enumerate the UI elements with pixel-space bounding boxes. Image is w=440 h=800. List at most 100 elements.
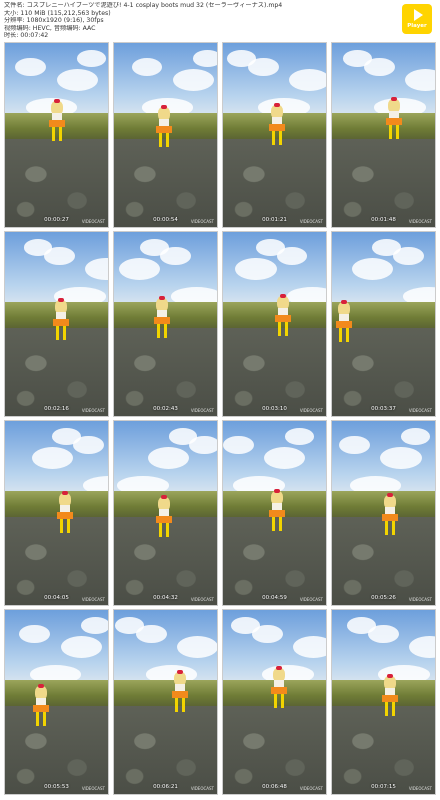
- figure-bow: [341, 300, 347, 304]
- file-name-line: 文件名: コスプレニーハイブーツで泥遊び! 4-1 cosplay boots …: [4, 2, 283, 9]
- video-thumbnail[interactable]: 00:04:05 VIDEOCAST: [4, 420, 109, 606]
- video-thumbnail[interactable]: 00:00:27 VIDEOCAST: [4, 42, 109, 228]
- thumbnail-watermark: VIDEOCAST: [408, 219, 432, 224]
- figure-skirt: [33, 705, 49, 712]
- thumbnail-watermark: VIDEOCAST: [299, 408, 323, 413]
- cloud-shape: [23, 239, 53, 256]
- figure-skirt: [53, 319, 69, 326]
- figure-bow: [161, 105, 167, 109]
- video-thumbnail[interactable]: 00:04:59 VIDEOCAST: [222, 420, 327, 606]
- cloud-shape: [77, 50, 106, 67]
- thumbnail-watermark: VIDEOCAST: [408, 786, 432, 791]
- figure-bow: [58, 298, 64, 302]
- video-thumbnail[interactable]: 00:07:15 VIDEOCAST: [331, 609, 436, 795]
- figure-bow: [177, 670, 183, 674]
- video-thumbnail[interactable]: 00:00:54 VIDEOCAST: [113, 42, 218, 228]
- cloud-shape: [227, 50, 256, 67]
- cloud-shape: [401, 428, 430, 445]
- cosplayer-figure: [47, 99, 67, 147]
- figure-bow: [387, 493, 393, 497]
- figure-bow: [276, 666, 282, 670]
- figure-leg: [396, 125, 399, 139]
- cloud-shape: [115, 617, 144, 634]
- figure-leg: [272, 131, 275, 145]
- thumbnail-watermark: VIDEOCAST: [81, 786, 105, 791]
- cloud-shape: [235, 257, 277, 280]
- cosplayer-figure: [55, 491, 75, 539]
- video-thumbnail[interactable]: 00:02:16 VIDEOCAST: [4, 231, 109, 417]
- cloud-shape: [255, 239, 285, 256]
- figure-skirt: [386, 118, 402, 125]
- cloud-shape: [172, 68, 214, 91]
- figure-bow: [38, 684, 44, 688]
- figure-leg: [157, 324, 160, 338]
- video-thumbnail[interactable]: 00:01:21 VIDEOCAST: [222, 42, 327, 228]
- reed-field: [5, 679, 108, 706]
- cosplayer-figure: [152, 296, 172, 344]
- figure-leg: [59, 127, 62, 141]
- cloud-shape: [264, 446, 306, 469]
- cosplayer-figure: [31, 684, 51, 732]
- mud-ground: [5, 705, 108, 794]
- figure-leg: [56, 326, 59, 340]
- cosplayer-figure: [273, 294, 293, 342]
- mud-ground: [223, 705, 326, 794]
- thumbnail-watermark: VIDEOCAST: [190, 597, 214, 602]
- cloud-shape: [351, 257, 393, 280]
- figure-leg: [182, 698, 185, 712]
- figure-leg: [159, 133, 162, 147]
- figure-skirt: [382, 695, 398, 702]
- thumbnail-watermark: VIDEOCAST: [81, 408, 105, 413]
- cloud-shape: [52, 428, 82, 445]
- cloud-shape: [119, 257, 161, 280]
- figure-leg: [43, 712, 46, 726]
- figure-bow: [274, 489, 280, 493]
- video-thumbnail[interactable]: 00:05:53 VIDEOCAST: [4, 609, 109, 795]
- video-thumbnail[interactable]: 00:06:21 VIDEOCAST: [113, 609, 218, 795]
- thumbnail-watermark: VIDEOCAST: [190, 219, 214, 224]
- figure-leg: [346, 328, 349, 342]
- figure-bow: [274, 103, 280, 107]
- figure-leg: [175, 698, 178, 712]
- cosplayer-figure: [170, 670, 190, 718]
- cloud-shape: [343, 50, 373, 67]
- figure-leg: [272, 517, 275, 531]
- cloud-shape: [284, 428, 314, 445]
- player-button[interactable]: Player: [402, 4, 432, 34]
- video-thumbnail[interactable]: 00:05:26 VIDEOCAST: [331, 420, 436, 606]
- cosplayer-figure: [380, 493, 400, 541]
- thumbnail-watermark: VIDEOCAST: [190, 786, 214, 791]
- cloud-shape: [176, 635, 217, 658]
- thumbnail-grid: 00:00:27 VIDEOCAST 00:00:54 VIDEOCAST 00:01:…: [4, 42, 436, 795]
- cosplayer-figure: [267, 489, 287, 537]
- figure-skirt: [172, 691, 188, 698]
- video-thumbnail[interactable]: 00:03:10 VIDEOCAST: [222, 231, 327, 417]
- video-thumbnail[interactable]: 00:01:48 VIDEOCAST: [331, 42, 436, 228]
- figure-leg: [60, 519, 63, 533]
- codec-line: 视频编码: HEVC, 音频编码: AAC: [4, 24, 96, 32]
- video-thumbnail[interactable]: 00:02:43 VIDEOCAST: [113, 231, 218, 417]
- cosplayer-figure: [380, 674, 400, 722]
- reed-field: [114, 679, 217, 706]
- cloud-shape: [380, 446, 422, 469]
- figure-leg: [67, 519, 70, 533]
- thumbnail-watermark: VIDEOCAST: [408, 408, 432, 413]
- figure-leg: [63, 326, 66, 340]
- cloud-shape: [339, 435, 371, 455]
- thumbnail-watermark: VIDEOCAST: [81, 597, 105, 602]
- figure-leg: [339, 328, 342, 342]
- video-thumbnail[interactable]: 00:06:48 VIDEOCAST: [222, 609, 327, 795]
- cloud-shape: [193, 50, 217, 67]
- play-icon: [414, 9, 423, 21]
- figure-skirt: [269, 510, 285, 517]
- cloud-shape: [168, 428, 198, 445]
- figure-skirt: [156, 516, 172, 523]
- video-thumbnail[interactable]: 00:03:37 VIDEOCAST: [331, 231, 436, 417]
- figure-bow: [387, 674, 393, 678]
- cloud-shape: [147, 446, 190, 469]
- video-thumbnail[interactable]: 00:04:32 VIDEOCAST: [113, 420, 218, 606]
- figure-skirt: [49, 120, 65, 127]
- cloud-shape: [288, 68, 326, 91]
- figure-leg: [274, 694, 277, 708]
- cosplayer-figure: [154, 495, 174, 543]
